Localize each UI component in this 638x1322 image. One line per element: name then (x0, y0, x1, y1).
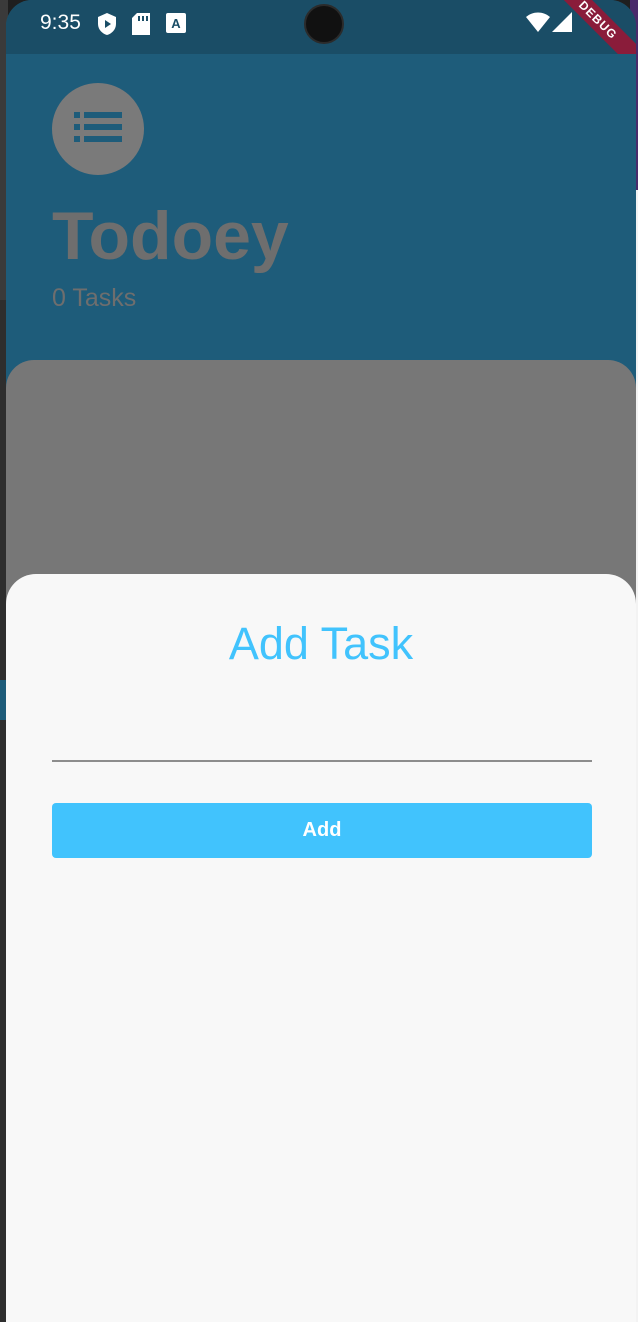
screen: 9:35 A DEBUG Todoey 0 Tasks Add Task Add (0, 0, 638, 1322)
add-task-sheet: Add Task Add (6, 574, 636, 1322)
app-icon-circle (52, 83, 144, 175)
status-time: 9:35 (40, 11, 81, 34)
app-window: 9:35 A DEBUG Todoey 0 Tasks Add Task Add (6, 0, 636, 1322)
header: Todoey 0 Tasks (6, 54, 636, 374)
add-button[interactable]: Add (52, 803, 592, 858)
list-icon (74, 111, 122, 147)
task-name-input[interactable] (52, 694, 592, 762)
front-camera (304, 4, 344, 44)
sd-card-icon (132, 13, 150, 40)
status-bar: 9:35 A DEBUG (6, 0, 636, 70)
add-task-title: Add Task (228, 618, 414, 669)
wifi-icon (526, 12, 550, 37)
signal-icon (552, 12, 572, 37)
app-title: Todoey (52, 198, 289, 274)
play-protect-icon (98, 13, 116, 40)
svg-text:A: A (171, 16, 181, 31)
a-badge-icon: A (166, 13, 186, 38)
task-count: 0 Tasks (52, 284, 137, 312)
